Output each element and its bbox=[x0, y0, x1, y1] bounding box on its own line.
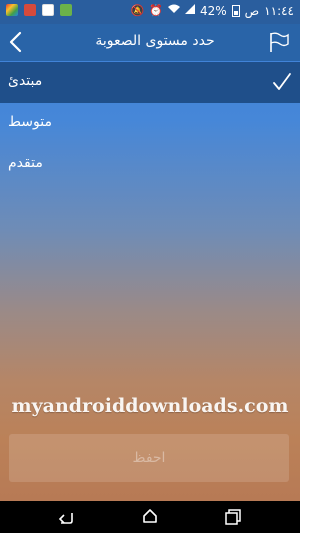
nav-home-icon[interactable] bbox=[142, 508, 158, 524]
nav-recent-icon[interactable] bbox=[224, 508, 242, 526]
wifi-icon bbox=[167, 4, 180, 18]
battery-percent: 42% bbox=[199, 4, 227, 18]
flag-icon bbox=[270, 32, 289, 52]
toolbar: حدد مستوى الصعوبة bbox=[0, 24, 300, 61]
signal-icon bbox=[184, 4, 195, 18]
level-label: متقدم bbox=[8, 155, 43, 171]
back-button[interactable] bbox=[2, 27, 28, 57]
phone-app-icon bbox=[60, 4, 72, 16]
watermark-text: myandroiddownloads.com bbox=[11, 395, 289, 417]
status-bar: 🔕 ⏰ 42% ص ١١:٤٤ bbox=[0, 0, 300, 24]
clock-period: ص bbox=[244, 4, 260, 18]
system-icons: 🔕 ⏰ 42% ص ١١:٤٤ bbox=[131, 4, 294, 18]
save-button[interactable]: احفظ bbox=[9, 434, 289, 482]
level-option-beginner[interactable]: مبتدئ bbox=[0, 62, 300, 103]
checkmark-icon bbox=[273, 73, 291, 90]
nav-back-icon[interactable] bbox=[56, 509, 76, 525]
difficulty-list: مبتدئ متوسط متقدم bbox=[0, 62, 300, 185]
alarm-icon: ⏰ bbox=[149, 4, 163, 17]
flag-button[interactable] bbox=[268, 31, 290, 53]
level-option-advanced[interactable]: متقدم bbox=[0, 144, 300, 185]
clock-time: ١١:٤٤ bbox=[264, 4, 294, 18]
mail-app-icon bbox=[24, 4, 36, 16]
level-label: مبتدئ bbox=[8, 73, 43, 89]
screen-background: 🔕 ⏰ 42% ص ١١:٤٤ حدد مستوى الصعوبة مبتدئ … bbox=[0, 0, 300, 533]
mute-icon: 🔕 bbox=[130, 4, 145, 17]
level-label: متوسط bbox=[8, 114, 52, 130]
battery-icon bbox=[231, 5, 240, 17]
notification-icons bbox=[6, 4, 72, 16]
photo-app-icon bbox=[42, 4, 54, 16]
page-title: حدد مستوى الصعوبة bbox=[95, 33, 215, 49]
navigation-bar bbox=[0, 501, 300, 533]
chevron-left-icon bbox=[9, 31, 22, 53]
level-option-intermediate[interactable]: متوسط bbox=[0, 103, 300, 144]
gallery-app-icon bbox=[6, 4, 18, 16]
